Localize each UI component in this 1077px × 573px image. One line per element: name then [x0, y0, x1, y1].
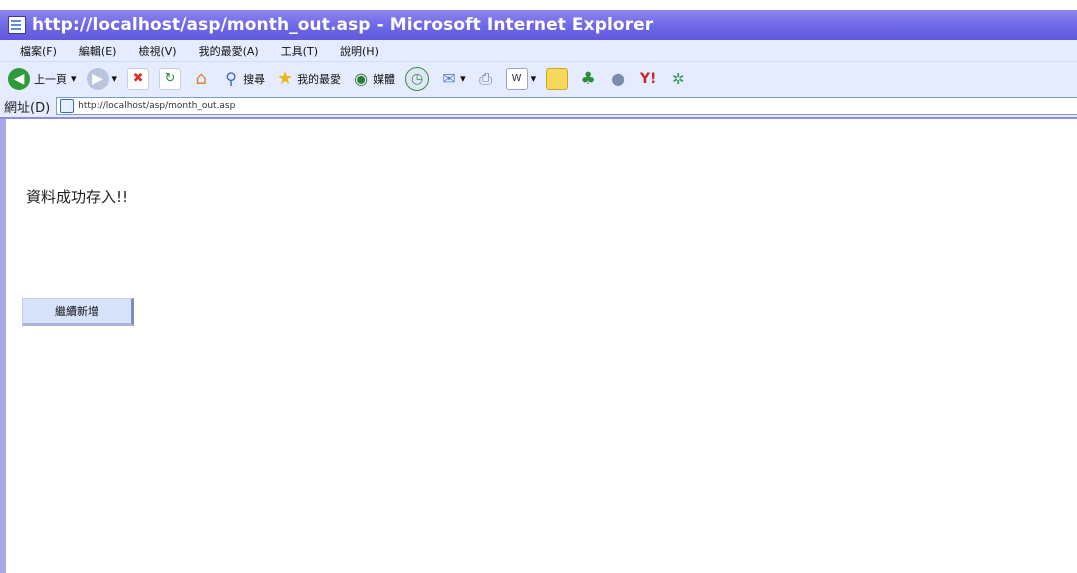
media-icon: ◉	[354, 69, 369, 88]
forward-arrow-icon: ▶	[86, 67, 109, 90]
toolbar: ◀ 上一頁 ▾ ▶ ▾ ✖ ↻ ⌂ ⚲ 搜尋 ★ 我的最愛 ◉ 媒體 ◷ ✉ ▾…	[0, 61, 1077, 95]
stop-icon: ✖	[127, 67, 150, 90]
research-button[interactable]: ✲	[668, 69, 688, 89]
back-button[interactable]: ◀ 上一頁 ▾	[8, 67, 77, 90]
history-button[interactable]: ◷	[405, 66, 430, 91]
media-label: 媒體	[373, 72, 396, 86]
search-button[interactable]: ⚲ 搜尋	[221, 69, 265, 89]
favorites-label: 我的最愛	[297, 72, 342, 86]
continue-add-button[interactable]: 繼續新增	[22, 298, 134, 326]
star-icon: ★	[276, 68, 294, 89]
folder-button[interactable]	[546, 67, 569, 90]
chat-bubble-icon: ●	[611, 69, 626, 88]
favorites-button[interactable]: ★ 我的最愛	[275, 68, 342, 89]
menu-favorites[interactable]: 我的最愛(A)	[199, 43, 259, 59]
home-button[interactable]: ⌂	[191, 68, 211, 89]
home-icon: ⌂	[195, 68, 207, 89]
edit-icon: W	[505, 67, 528, 90]
search-label: 搜尋	[243, 72, 266, 86]
research-icon: ✲	[671, 69, 685, 88]
forward-button[interactable]: ▶ ▾	[86, 67, 118, 90]
ie-page-icon	[8, 16, 26, 34]
refresh-icon: ↻	[159, 67, 182, 90]
title-bar: http://localhost/asp/month_out.asp - Mic…	[0, 10, 1077, 40]
menu-file[interactable]: 檔案(F)	[20, 43, 57, 59]
back-arrow-icon: ◀	[8, 67, 30, 90]
menu-bar: 檔案(F) 編輯(E) 檢視(V) 我的最愛(A) 工具(T) 說明(H)	[0, 40, 1077, 61]
address-url: http://localhost/asp/month_out.asp	[78, 101, 236, 111]
browser-window: http://localhost/asp/month_out.asp - Mic…	[0, 10, 1077, 573]
print-icon: ⎙	[479, 68, 492, 88]
menu-tools[interactable]: 工具(T)	[281, 43, 318, 59]
edit-dropdown-icon: ▾	[530, 72, 537, 85]
messenger-button[interactable]: ♣	[578, 69, 598, 89]
window-title: http://localhost/asp/month_out.asp - Mic…	[32, 15, 654, 35]
menu-help[interactable]: 說明(H)	[340, 43, 379, 59]
back-dropdown-icon: ▾	[71, 72, 77, 85]
stop-button[interactable]: ✖	[127, 67, 150, 90]
mail-icon: ✉	[442, 69, 456, 88]
address-input[interactable]: http://localhost/asp/month_out.asp	[56, 97, 1077, 115]
media-button[interactable]: ◉ 媒體	[351, 69, 395, 89]
menu-edit[interactable]: 編輯(E)	[79, 43, 117, 59]
mail-button[interactable]: ✉ ▾	[439, 69, 466, 89]
back-label: 上一頁	[34, 72, 67, 86]
edit-button[interactable]: W ▾	[505, 67, 537, 90]
menu-view[interactable]: 檢視(V)	[138, 43, 176, 59]
refresh-button[interactable]: ↻	[159, 67, 182, 90]
page-icon	[60, 99, 75, 113]
yahoo-button[interactable]: Y!	[638, 69, 658, 89]
success-message: 資料成功存入!!	[26, 188, 129, 206]
discuss-button[interactable]: ●	[608, 69, 628, 89]
address-label: 網址(D)	[4, 100, 51, 116]
address-bar: 網址(D) http://localhost/asp/month_out.asp	[0, 95, 1077, 119]
history-icon: ◷	[405, 66, 430, 91]
yahoo-icon: Y!	[639, 70, 657, 87]
mail-dropdown-icon: ▾	[460, 72, 466, 85]
page-content: 資料成功存入!! 繼續新增	[6, 121, 1077, 573]
search-icon: ⚲	[225, 69, 237, 88]
print-button[interactable]: ⎙	[476, 69, 496, 89]
messenger-icon: ♣	[580, 68, 596, 89]
folder-icon	[546, 67, 569, 90]
forward-dropdown-icon: ▾	[111, 72, 118, 85]
